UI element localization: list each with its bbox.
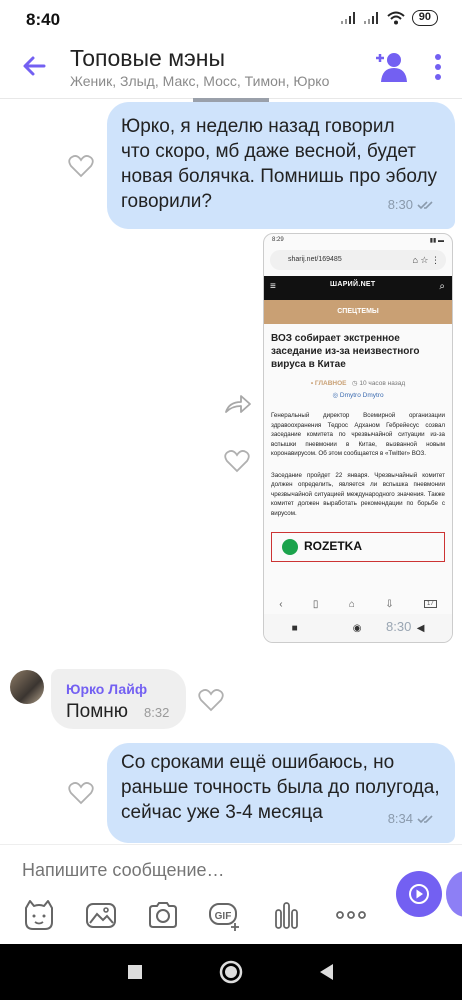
outgoing-message[interactable]: Со сроками ещё ошибаюсь, но раньше точно… (107, 743, 455, 843)
shot-triangle-icon: ◀ (416, 622, 425, 634)
message-text-line: новая болячка. Помнишь про эболу (121, 166, 438, 187)
image-time: 8:30 (386, 619, 412, 634)
shot-url: sharij.net/169485 (288, 256, 342, 263)
shot-search-icon: ⌕ (439, 281, 445, 292)
status-time: 8:40 (26, 10, 61, 29)
like-heart-icon[interactable] (68, 154, 94, 178)
shot-system-nav: ■ ◉ ◀ (264, 614, 452, 642)
shot-category: СПЕЦТЕМЫ (264, 300, 452, 324)
shot-tag: • ГЛАВНОЕ ◷ 10 часов назад (310, 380, 406, 387)
message-time: 8:32 (144, 705, 170, 720)
shot-author: ◎ Dmytro Dmytro (332, 392, 384, 399)
shot-tag-label: • ГЛАВНОЕ (310, 380, 347, 387)
shot-paragraph: Генеральный директор Всемирной организац… (271, 412, 445, 457)
more-vertical-icon[interactable] (426, 52, 450, 82)
like-heart-icon[interactable] (68, 781, 94, 805)
shot-url-bar: sharij.net/169485 ⌂ ☆ ⋮ (270, 250, 446, 270)
message-meta: 8:30 (388, 192, 437, 217)
recent-apps-icon[interactable] (121, 958, 149, 986)
avatar[interactable] (10, 670, 44, 704)
shot-browser-icons: ⌂ ☆ ⋮ (412, 255, 440, 265)
more-horizontal-icon[interactable] (334, 898, 368, 932)
shot-battery-icon: ▮▮ ▬ (429, 238, 444, 244)
wifi-icon (387, 11, 405, 25)
back-arrow-icon[interactable] (18, 50, 50, 82)
outgoing-message[interactable]: Юрко, я неделю назад говорил что скоро, … (107, 102, 455, 229)
shot-bookmarks-icon: ▯ (312, 598, 319, 610)
shared-image-screenshot[interactable]: 8:29 ▮▮ ▬ sharij.net/169485 ⌂ ☆ ⋮ ≡ ШАРИ… (263, 233, 453, 643)
back-triangle-icon[interactable] (313, 958, 341, 986)
shot-site-nav: ≡ ШАРИЙ.NET ⌕ (264, 276, 452, 300)
audio-bars-icon[interactable] (270, 898, 304, 932)
message-time: 8:30 (387, 197, 413, 212)
shot-circle-icon: ◉ (352, 622, 362, 634)
shot-square-icon: ■ (291, 622, 298, 634)
voice-message-button[interactable] (396, 871, 442, 917)
sender-name[interactable]: Юрко Лайф (66, 681, 147, 697)
forward-share-icon[interactable] (223, 392, 253, 416)
shot-headline: ВОЗ собирает экстренное заседание из-за … (271, 333, 420, 370)
message-meta: 8:34 (388, 806, 437, 831)
shot-tabs-count: 17 (424, 600, 437, 608)
message-text: Помню (66, 701, 129, 722)
signal-icon-2 (363, 12, 378, 24)
battery-indicator: 90 (411, 10, 438, 26)
shot-age: 10 часов назад (359, 380, 406, 387)
gallery-icon[interactable] (84, 898, 118, 932)
shot-menu-icon: ≡ (270, 281, 276, 292)
message-text-line: Юрко, я неделю назад говорил (121, 116, 395, 137)
home-icon[interactable] (217, 958, 245, 986)
shot-ad-banner: ROZETKA (271, 532, 445, 562)
shot-status-time: 8:29 (272, 237, 284, 243)
shot-home-icon: ⌂ (348, 598, 355, 610)
chat-screen: 8:40 90 Топовые мэны Женик, Злыд, Макс, … (0, 0, 462, 1000)
message-text-line: Со сроками ещё ошибаюсь, но (121, 752, 395, 773)
shot-ad-text: ROZETKA (304, 539, 362, 553)
shot-author-name: Dmytro Dmytro (339, 392, 384, 399)
shot-site-logo: ШАРИЙ.NET (330, 281, 376, 288)
read-checkmarks-icon (417, 814, 433, 823)
shot-paragraph: Заседание пройдет 22 января. Чрезвычайны… (271, 471, 445, 517)
shot-browser-toolbar: ‹ ▯ ⌂ ⇩ 17 (264, 594, 452, 614)
signal-icon (340, 12, 355, 24)
message-text-line: что скоро, мб даже весной, будет (121, 141, 416, 162)
camera-icon[interactable] (146, 898, 180, 932)
shot-ad-logo-icon (282, 539, 298, 555)
shot-back-icon: ‹ (279, 598, 283, 610)
message-input[interactable] (22, 860, 322, 881)
gif-icon[interactable]: GIF (208, 898, 242, 932)
chat-title[interactable]: Топовые мэны (70, 45, 225, 72)
read-checkmarks-icon (417, 200, 433, 209)
sticker-icon[interactable] (22, 898, 56, 932)
like-heart-icon[interactable] (224, 449, 250, 473)
status-icons: 90 (340, 10, 438, 26)
message-text-line: раньше точность была до полугода, (121, 777, 440, 798)
svg-text:GIF: GIF (215, 911, 232, 922)
composer-divider (0, 844, 462, 845)
add-participant-icon[interactable] (376, 50, 410, 82)
message-time: 8:34 (387, 811, 413, 826)
play-circle-icon (409, 884, 429, 904)
shot-download-icon: ⇩ (385, 598, 394, 610)
chat-participants[interactable]: Женик, Злыд, Макс, Мосс, Тимон, Юрко (70, 73, 370, 89)
fab-shadow (446, 871, 462, 917)
like-heart-icon[interactable] (198, 688, 224, 712)
shot-status: 8:29 ▮▮ ▬ (264, 234, 452, 248)
